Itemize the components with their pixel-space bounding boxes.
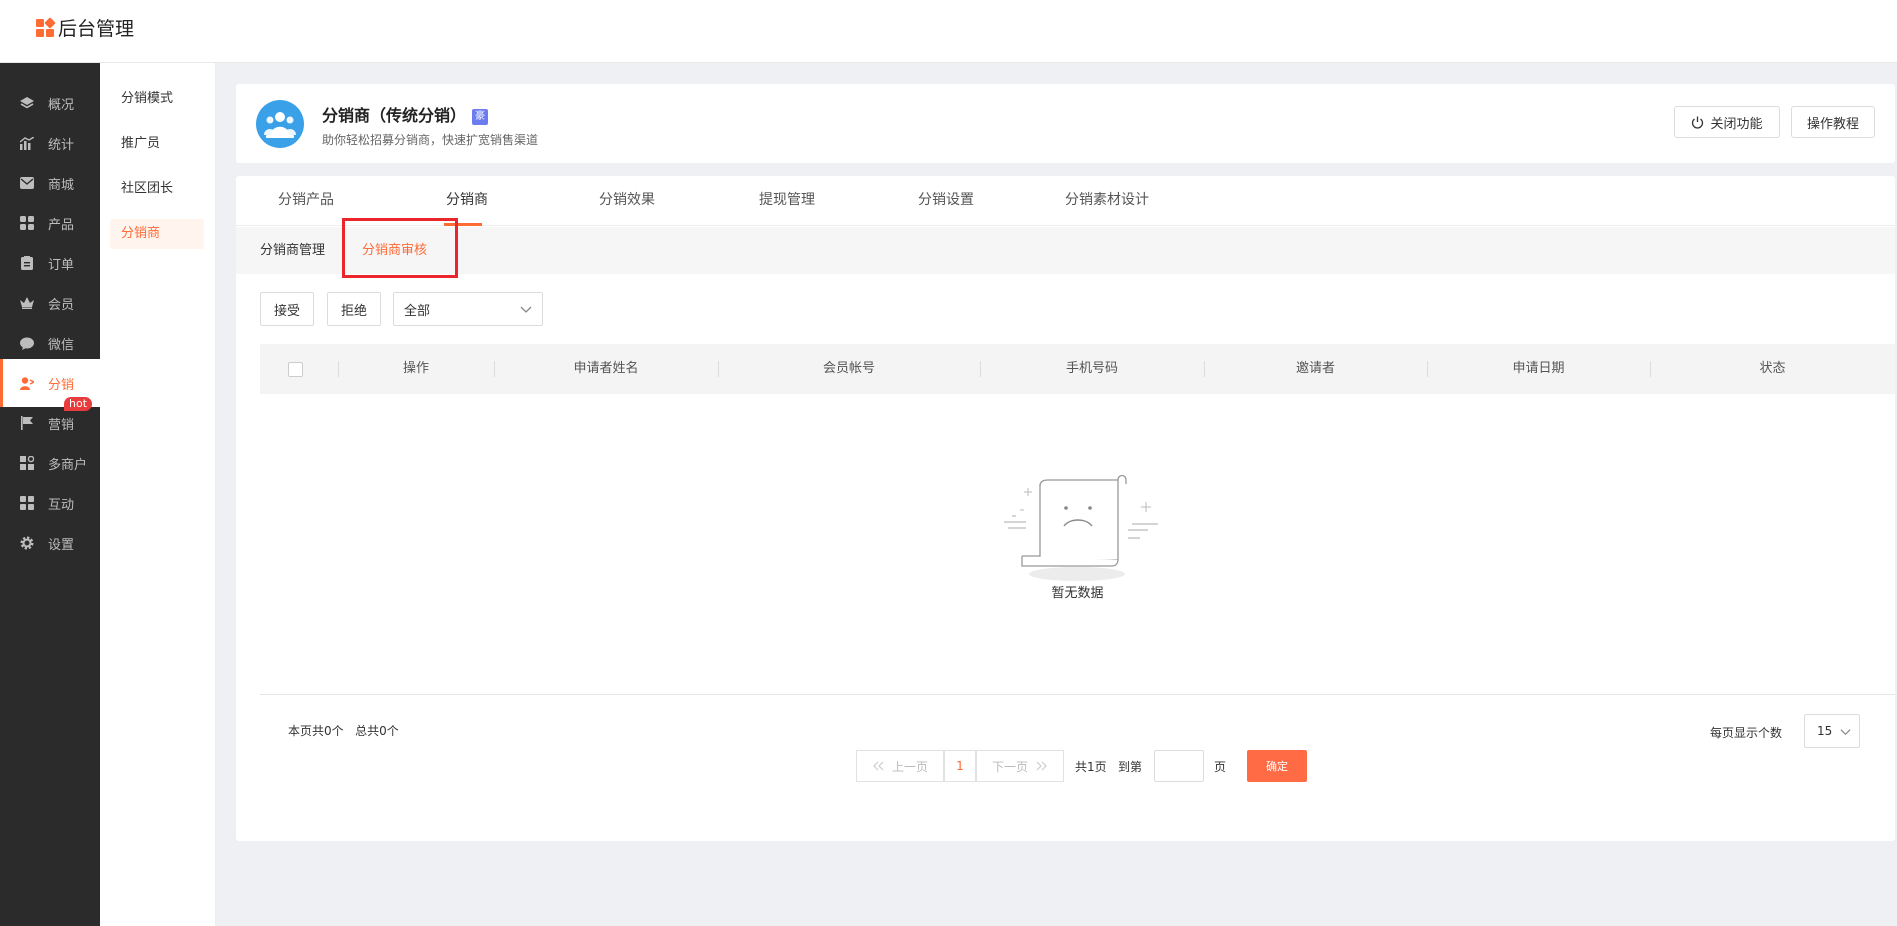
gear-icon (20, 536, 34, 550)
main-sidebar: 概况 统计 商城 产品 订单 会员 微信 分销 营销 hot 多商户 互动 设置 (0, 63, 100, 926)
total-pages-text: 共1页 (1075, 760, 1107, 774)
tab-distribution-effect[interactable]: 分销效果 (599, 176, 655, 226)
sidebar-item-label: 设置 (48, 537, 75, 553)
page-unit-label: 页 (1214, 760, 1227, 774)
sub-sidebar: 分销模式 推广员 社区团长 分销商 (100, 63, 216, 926)
chat-icon (20, 336, 34, 350)
tab-distribution-products[interactable]: 分销产品 (278, 176, 334, 226)
sidebar-item-label: 统计 (48, 137, 75, 153)
feature-description: 助你轻松招募分销商，快速扩宽销售渠道 (322, 133, 539, 147)
page-count-text: 本页共0个 (288, 724, 344, 738)
hot-badge: hot (64, 397, 93, 411)
power-icon (1692, 116, 1704, 129)
logo-icon (36, 16, 56, 37)
next-page-button[interactable]: 下一页 (976, 750, 1064, 782)
page-summary: 本页共0个 总共0个 (288, 722, 399, 739)
flag-icon (20, 416, 34, 430)
feature-header-card: 分销商（传统分销）豪 助你轻松招募分销商，快速扩宽销售渠道 关闭功能 操作教程 (236, 84, 1895, 163)
page-number-current[interactable]: 1 (944, 750, 976, 782)
sidebar-item-label: 商城 (48, 177, 75, 193)
subtab-distributor-review[interactable]: 分销商审核 (362, 227, 427, 274)
sidebar-item-settings[interactable]: 设置 (0, 519, 100, 567)
sidebar-item-label: 多商户 (48, 457, 88, 473)
tab-material-design[interactable]: 分销素材设计 (1065, 176, 1149, 226)
user-icon (20, 376, 34, 390)
chevron-down-icon (1840, 729, 1851, 736)
tab-bar: 分销产品 分销商 分销效果 提现管理 分销设置 分销素材设计 (236, 176, 1895, 226)
prev-page-button[interactable]: 上一页 (856, 750, 944, 782)
sidebar-item-label: 概况 (48, 97, 75, 113)
tab-withdrawal-management[interactable]: 提现管理 (759, 176, 815, 226)
double-chevron-right-icon (1036, 761, 1047, 771)
accept-button[interactable]: 接受 (260, 292, 314, 326)
tab-distributors[interactable]: 分销商 (446, 176, 488, 226)
column-header-member-account: 会员帐号 (822, 361, 875, 376)
chart-icon (20, 136, 34, 150)
goto-page-input[interactable] (1154, 750, 1204, 782)
table-divider (260, 694, 1895, 695)
sidebar-item-label: 分销 (48, 377, 75, 393)
feature-title: 分销商（传统分销）豪 (322, 102, 489, 126)
column-header-apply-date: 申请日期 (1512, 361, 1565, 376)
page-size-label: 每页显示个数 (1710, 726, 1783, 740)
table-header: 操作 申请者姓名 会员帐号 手机号码 邀请者 申请日期 状态 (260, 344, 1895, 394)
double-chevron-left-icon (873, 761, 884, 771)
premium-tag: 豪 (472, 109, 489, 125)
subtab-distributor-management[interactable]: 分销商管理 (260, 227, 325, 274)
status-filter-select[interactable]: 全部 (393, 292, 543, 326)
sidebar-item-label: 会员 (48, 297, 75, 313)
chevron-down-icon (520, 306, 532, 313)
distributor-avatar-icon (256, 100, 304, 148)
empty-state-text: 暂无数据 (1051, 586, 1104, 601)
reject-button[interactable]: 拒绝 (327, 292, 381, 326)
app-logo[interactable]: 后台管理 (36, 14, 134, 41)
goto-confirm-button[interactable]: 确定 (1247, 750, 1307, 782)
select-all-checkbox[interactable] (288, 362, 303, 377)
main-content-card: 分销产品 分销商 分销效果 提现管理 分销设置 分销素材设计 分销商管理 分销商… (236, 176, 1895, 841)
column-header-applicant-name: 申请者姓名 (573, 361, 639, 376)
subnav-item-promoter[interactable]: 推广员 (110, 129, 204, 159)
clipboard-icon (20, 256, 34, 270)
column-header-inviter: 邀请者 (1295, 361, 1335, 376)
subnav-item-distributor[interactable]: 分销商 (110, 219, 204, 249)
sidebar-item-label: 微信 (48, 337, 75, 353)
sidebar-item-label: 订单 (48, 257, 75, 273)
subnav-item-community-leader[interactable]: 社区团长 (110, 174, 204, 204)
total-count-text: 总共0个 (355, 724, 399, 738)
column-header-status: 状态 (1759, 361, 1786, 376)
page-size-select[interactable]: 15 (1804, 714, 1860, 748)
column-header-phone: 手机号码 (1065, 361, 1118, 376)
apps-icon (20, 496, 34, 510)
mail-icon (20, 176, 34, 190)
sidebar-item-label: 互动 (48, 497, 75, 513)
empty-document-icon (1004, 474, 1158, 581)
layers-icon (20, 96, 34, 110)
subtab-bar: 分销商管理 分销商审核 (236, 227, 1895, 274)
sidebar-item-label: 产品 (48, 217, 75, 233)
close-feature-button[interactable]: 关闭功能 (1674, 106, 1780, 138)
column-header-action: 操作 (402, 361, 429, 376)
grid-icon (20, 216, 34, 230)
tab-distribution-settings[interactable]: 分销设置 (918, 176, 974, 226)
crown-icon (20, 296, 34, 310)
app-title: 后台管理 (58, 18, 135, 40)
subnav-item-distribution-mode[interactable]: 分销模式 (110, 84, 204, 114)
goto-label: 到第 (1118, 760, 1143, 774)
top-header: 后台管理 (0, 0, 1897, 63)
tutorial-button[interactable]: 操作教程 (1791, 106, 1875, 138)
sidebar-item-label: 营销 (48, 417, 75, 433)
store-icon (20, 456, 34, 470)
empty-state: 暂无数据 (1000, 462, 1180, 612)
active-tab-indicator (444, 223, 482, 226)
